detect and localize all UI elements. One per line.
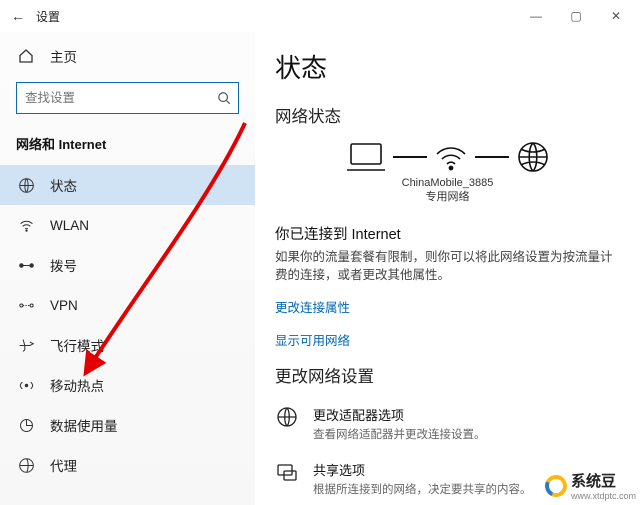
hotspot-icon [16,375,36,395]
sidebar-item-label: 移动热点 [50,375,104,395]
wifi-icon [433,140,469,174]
search-input[interactable] [16,82,239,114]
watermark-text: 系统豆 [571,470,636,491]
search-icon [217,91,231,105]
sidebar-item-status[interactable]: 状态 [0,165,255,205]
close-button[interactable]: ✕ [596,0,636,32]
home-icon [16,46,36,66]
sidebar-item-label: 飞行模式 [50,335,104,355]
globe-icon [16,175,36,195]
sidebar-item-vpn[interactable]: VPN [0,285,255,325]
airplane-icon [16,335,36,355]
ssid-label: ChinaMobile_3885 [275,177,620,191]
connected-title: 你已连接到 Internet [275,223,620,244]
content-panel: 状态 网络状态 ChinaMobile_3885 专用网络 你已连接到 Inte… [255,32,640,505]
sidebar-item-hotspot[interactable]: 移动热点 [0,365,255,405]
window-title: 设置 [36,8,60,25]
window-controls: ― ▢ ✕ [516,0,636,32]
maximize-button[interactable]: ▢ [556,0,596,32]
option-title: 共享选项 [313,460,532,479]
sidebar-item-airplane[interactable]: 飞行模式 [0,325,255,365]
sidebar-home[interactable]: 主页 [0,40,255,72]
option-title: 更改适配器选项 [313,405,486,424]
sidebar-item-wlan[interactable]: WLAN [0,205,255,245]
sidebar-item-datausage[interactable]: 数据使用量 [0,405,255,445]
data-usage-icon [16,415,36,435]
back-button[interactable]: ← [4,8,32,24]
sidebar-item-label: WLAN [50,218,89,233]
sidebar: 主页 网络和 Internet 状态 WLAN 拨号 [0,32,255,505]
sidebar-home-label: 主页 [50,46,77,66]
diagram-line [393,156,427,158]
vpn-icon [16,295,36,315]
option-desc: 根据所连接到的网络，决定要共享的内容。 [313,481,532,497]
net-type-label: 专用网络 [275,191,620,205]
watermark: 系统豆 www.xtdptc.com [545,470,636,501]
page-heading: 状态 [275,48,620,85]
sidebar-item-proxy[interactable]: 代理 [0,445,255,485]
network-status-label: 网络状态 [275,103,620,127]
sidebar-item-label: 状态 [50,175,77,195]
option-desc: 查看网络适配器并更改连接设置。 [313,426,486,442]
adapter-icon [275,405,301,431]
minimize-button[interactable]: ― [516,0,556,32]
connected-desc: 如果你的流量套餐有限制，则你可以将此网络设置为按流量计费的连接，或者更改其他属性… [275,248,620,286]
link-change-connection-props[interactable]: 更改连接属性 [275,297,620,316]
diagram-line [475,156,509,158]
network-diagram [275,139,620,175]
sharing-icon [275,460,301,486]
laptop-icon [345,140,387,174]
watermark-url: www.xtdptc.com [571,491,636,501]
sidebar-item-label: VPN [50,298,78,313]
wifi-icon [16,215,36,235]
internet-globe-icon [515,139,551,175]
proxy-icon [16,455,36,475]
watermark-logo-icon [542,471,570,499]
change-settings-label: 更改网络设置 [275,363,620,387]
titlebar: ← 设置 ― ▢ ✕ [0,0,640,32]
diagram-caption: ChinaMobile_3885 专用网络 [275,177,620,205]
sidebar-item-dialup[interactable]: 拨号 [0,245,255,285]
option-adapter[interactable]: 更改适配器选项 查看网络适配器并更改连接设置。 [275,399,620,454]
link-show-networks[interactable]: 显示可用网络 [275,330,620,349]
dialup-icon [16,255,36,275]
sidebar-section-header: 网络和 Internet [0,128,255,165]
sidebar-item-label: 数据使用量 [50,415,118,435]
sidebar-item-label: 代理 [50,455,77,475]
sidebar-item-label: 拨号 [50,255,77,275]
search-wrapper [16,82,239,114]
